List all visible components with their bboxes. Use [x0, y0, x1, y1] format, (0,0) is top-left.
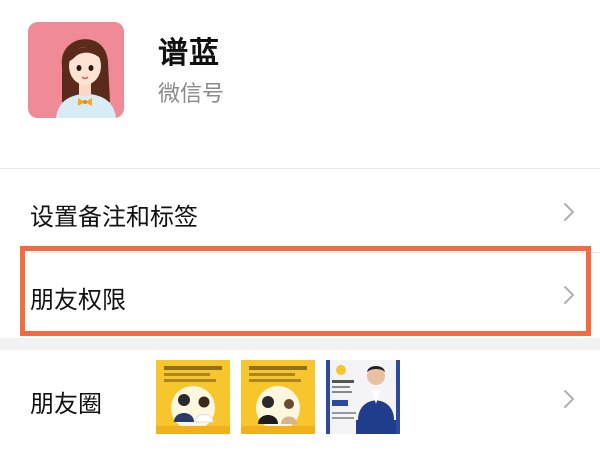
profile-header: plan 谱蓝 微信号: [0, 0, 600, 168]
moment-thumbnail[interactable]: [241, 360, 315, 434]
chevron-right-icon: [564, 286, 574, 304]
remark-tags-row[interactable]: 设置备注和标签: [0, 170, 600, 254]
avatar-illustration: plan: [28, 22, 124, 118]
section-gap: [0, 338, 600, 350]
moments-label: 朋友圈: [30, 390, 102, 418]
remark-tags-label: 设置备注和标签: [30, 203, 198, 231]
moment-thumbnail[interactable]: [326, 360, 400, 434]
moment-thumbnail[interactable]: [156, 360, 230, 434]
chevron-right-icon: [564, 203, 574, 221]
friend-permissions-row[interactable]: 朋友权限: [0, 253, 600, 337]
profile-name: 谱蓝: [158, 36, 220, 71]
divider: [0, 168, 600, 169]
avatar[interactable]: plan: [28, 22, 124, 118]
friend-permissions-label: 朋友权限: [30, 286, 126, 314]
chevron-right-icon: [564, 390, 574, 408]
wechat-id-label: 微信号: [158, 82, 225, 107]
